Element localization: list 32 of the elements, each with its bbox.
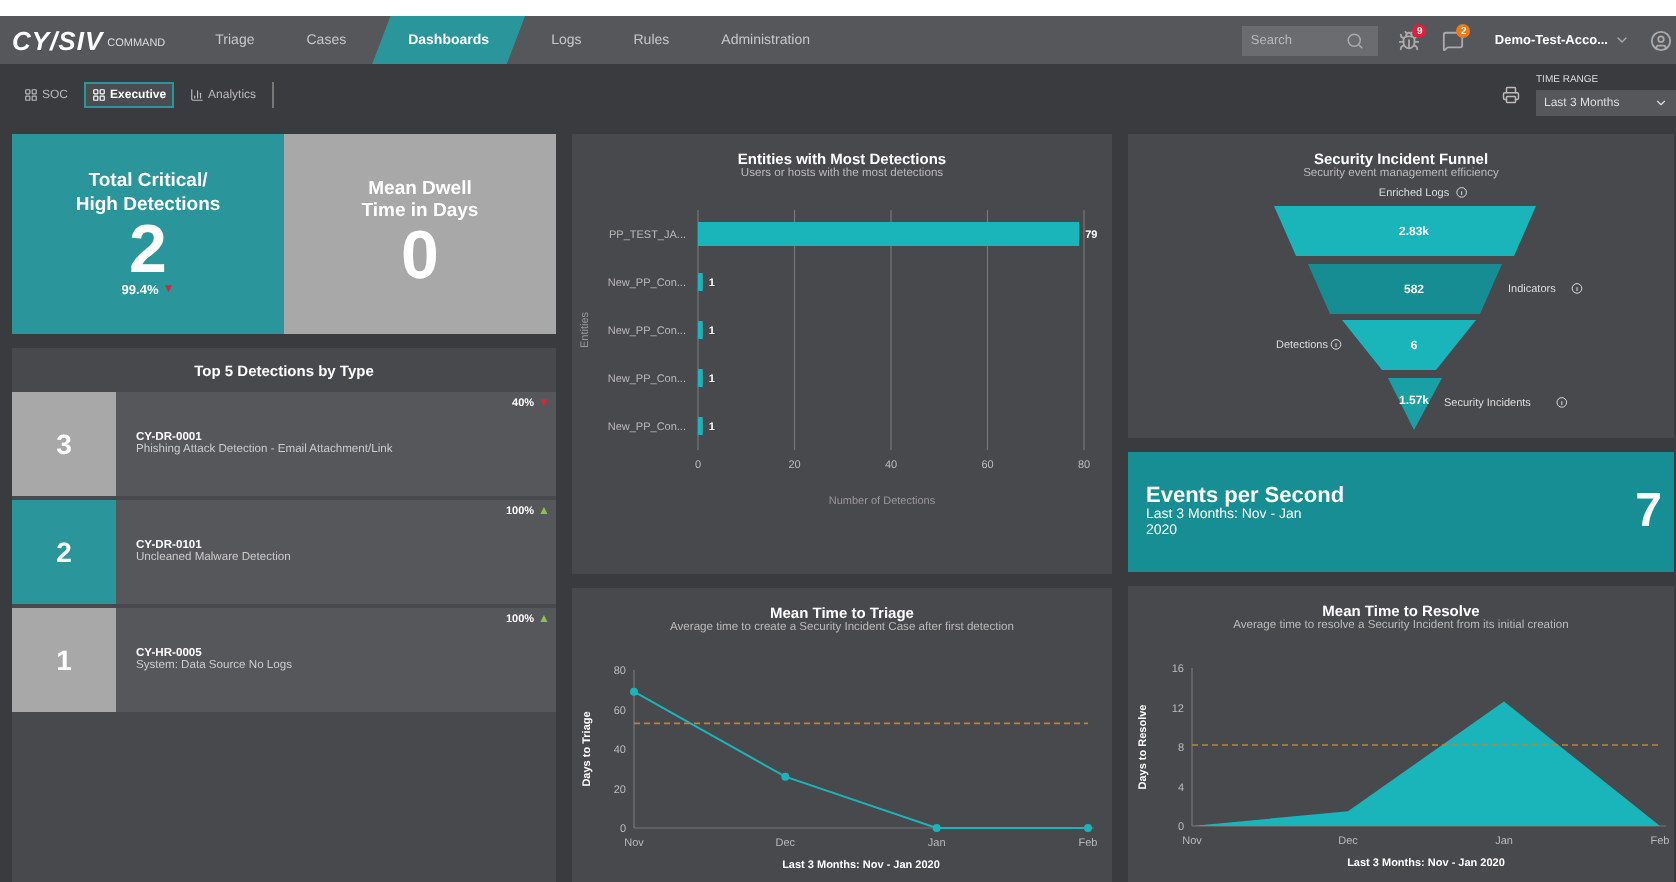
search-icon: [1346, 31, 1365, 49]
rank-tile: 3: [12, 392, 116, 496]
data-point: [630, 687, 638, 696]
info-icon[interactable]: [1456, 187, 1467, 198]
rank-tile: 1: [12, 608, 116, 712]
chevron-down-icon: [1614, 32, 1630, 48]
data-point: [781, 772, 790, 781]
kpi-value: 2: [129, 215, 167, 284]
grid-icon: [24, 88, 38, 102]
bar: [698, 417, 703, 435]
kpi-title: Total Critical/ High Detections: [73, 170, 223, 216]
kpi-value: 0: [401, 222, 439, 291]
logo: CY/SIV: [12, 25, 104, 55]
rank-tile: 2: [12, 500, 116, 604]
bug-icon[interactable]: [1398, 29, 1421, 51]
user-icon[interactable]: [1650, 29, 1672, 51]
events-value: 7: [1635, 484, 1662, 540]
message-icon[interactable]: [1442, 29, 1465, 51]
bar-chart-icon: [190, 88, 205, 102]
info-icon[interactable]: [1571, 283, 1583, 294]
kpi-title: Mean Dwell Time in Days: [359, 177, 481, 223]
grid-icon: [92, 88, 107, 102]
data-point: [1084, 824, 1092, 832]
bar: [698, 273, 703, 291]
chevron-down-icon: [1654, 96, 1668, 110]
card-title: Events per Second: [1146, 483, 1345, 508]
bar: [698, 321, 703, 339]
info-icon[interactable]: [1330, 339, 1342, 350]
data-point: [932, 824, 941, 832]
info-icon[interactable]: [1556, 397, 1568, 408]
bar: [698, 369, 703, 387]
print-icon[interactable]: [1502, 86, 1520, 104]
